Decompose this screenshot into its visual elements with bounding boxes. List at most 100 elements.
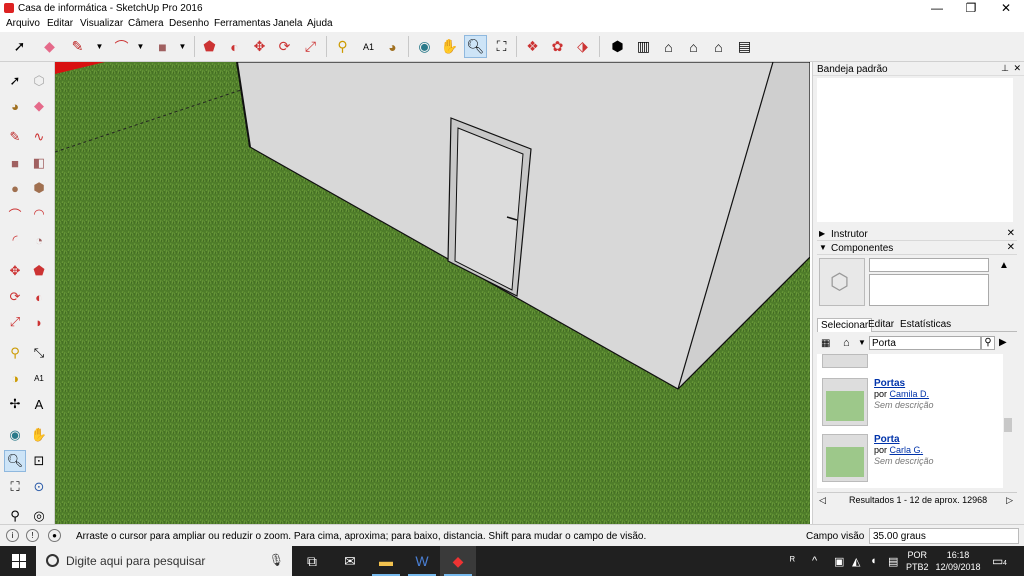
extension-warehouse-icon[interactable]: ⬗ [571,35,594,58]
rotate-icon[interactable]: ⟳ [4,286,26,308]
action-center-icon[interactable]: ▭ [992,554,1003,568]
input-language-indicator[interactable]: POR PTB2 [906,549,929,573]
search-icon[interactable]: ⚲ [981,336,995,350]
result-author-link[interactable]: Carla G. [890,445,924,455]
show-hidden-icons-chevron-icon[interactable]: ^ [812,555,817,567]
menu-arquivo[interactable]: Arquivo [6,18,40,29]
people-icon[interactable]: ᴿ [790,555,795,567]
offset-icon[interactable]: ◗ [28,311,50,333]
rectangle-icon[interactable]: ■ [4,152,26,174]
keyboard-icon[interactable]: ▤ [888,555,898,568]
menu-ajuda[interactable]: Ajuda [307,18,333,29]
paint-bucket-tool-icon[interactable]: ◕ [381,35,404,58]
axes-icon[interactable]: ✢ [4,393,26,415]
push-pull-icon[interactable]: ⬟ [28,260,50,282]
rotate-tool-icon[interactable]: ⟳ [273,35,296,58]
nav-dropdown-chevron-icon[interactable]: ▼ [858,338,866,347]
scale-tool-icon[interactable]: ⤢ [299,35,322,58]
details-arrow-icon[interactable]: ▲ [999,260,1009,271]
minimize-button[interactable]: — [920,0,954,17]
two-point-arc-icon[interactable]: ◠ [28,203,50,225]
move-icon[interactable]: ✥ [4,260,26,282]
shape-dropdown-chevron-icon[interactable]: ▼ [171,35,194,58]
zoom-extents-icon[interactable]: ⛶ [4,476,26,498]
3d-warehouse-icon[interactable]: ❖ [521,35,544,58]
close-instructor-icon[interactable]: ✕ [1007,228,1015,239]
result-author-link[interactable]: Camila D. [890,389,930,399]
3d-text-icon[interactable]: A [28,393,50,415]
protractor-icon[interactable]: ◑ [4,367,26,389]
zoom-icon[interactable]: 🔍︎ [4,450,26,472]
menu-ferramentas[interactable]: Ferramentas [214,18,271,29]
tray-close-icon[interactable]: ✕ [1013,63,1021,74]
credits-icon[interactable]: ! [26,529,39,542]
rotated-rectangle-icon[interactable]: ◧ [28,152,50,174]
home-icon[interactable]: ⌂ [843,337,850,349]
sketchup-taskbar-icon[interactable]: ◆ [440,546,476,576]
select-tool-icon[interactable]: ➚ [8,35,31,58]
components-panel-header[interactable]: ▼ Componentes ✕ [817,242,1017,255]
zoom-extents-tool-icon[interactable]: ⛶ [490,35,513,58]
measurements-field[interactable]: 35.00 graus [869,528,1019,544]
modeling-viewport[interactable] [55,62,810,524]
text-icon[interactable]: A1 [28,367,50,389]
line-icon[interactable]: ✎ [4,126,26,148]
tape-measure-icon[interactable]: ⚲ [4,342,26,364]
start-button-icon[interactable] [12,554,26,568]
zoom-window-icon[interactable]: ⊡ [28,450,50,472]
text-tool-icon[interactable]: A1 [357,35,380,58]
microphone-icon[interactable]: 🎙︎ [269,553,284,567]
eraser-icon[interactable]: ◆ [28,95,50,117]
push-pull-tool-icon[interactable]: ⬟ [198,35,221,58]
polygon-icon[interactable]: ⬢ [28,177,50,199]
task-view-icon[interactable]: ⧉ [294,546,330,576]
taskbar-search-box[interactable]: Digite aqui para pesquisar 🎙︎ [36,546,292,576]
iso-view-icon[interactable]: ⬢ [606,35,629,58]
make-component-icon[interactable]: ⬡ [28,70,50,92]
close-button[interactable]: ✕ [989,0,1023,17]
arc-icon[interactable]: ⌒ [4,203,26,225]
paint-bucket-icon[interactable]: ◕ [4,95,26,117]
result-name[interactable]: Portas [874,378,905,389]
results-scrollbar[interactable] [1003,354,1013,488]
result-item[interactable]: Porta por Carla G. Sem descrição [822,434,1013,484]
freehand-icon[interactable]: ∿ [28,126,50,148]
front-view-icon[interactable]: ⌂ [657,35,680,58]
pan-icon[interactable]: ✋ [28,424,50,446]
orbit-icon[interactable]: ◉ [4,424,26,446]
tab-editar[interactable]: Editar [865,318,897,331]
follow-me-icon[interactable]: ◐ [28,286,50,308]
orbit-tool-icon[interactable]: ◉ [413,35,436,58]
three-point-arc-icon[interactable]: ◜ [4,229,26,251]
result-name[interactable]: Porta [874,434,900,445]
pan-tool-icon[interactable]: ✋ [438,35,461,58]
view-options-icon[interactable]: ▦ [821,338,830,349]
next-page-icon[interactable]: ▷ [1006,495,1013,506]
file-explorer-icon[interactable]: ▬ [368,546,404,576]
left-view-icon[interactable]: ▤ [733,35,756,58]
tab-estatisticas[interactable]: Estatísticas [897,318,954,331]
forward-arrow-icon[interactable]: ▶ [999,337,1007,348]
user-icon[interactable]: ● [48,529,61,542]
geo-location-icon[interactable]: i [6,529,19,542]
circle-icon[interactable]: ● [4,177,26,199]
component-name-field[interactable] [869,258,989,272]
pin-icon[interactable]: ⊥ [1001,63,1009,74]
menu-camera[interactable]: Câmera [128,18,164,29]
word-icon[interactable]: W [404,546,440,576]
dimension-icon[interactable]: ⤡ [28,342,50,364]
vpn-icon[interactable]: ▣ [834,555,844,568]
restore-button[interactable]: ❐ [954,0,988,17]
instructor-panel-header[interactable]: ▶ Instrutor ✕ [817,228,1017,241]
close-components-icon[interactable]: ✕ [1007,242,1015,253]
menu-desenho[interactable]: Desenho [169,18,209,29]
system-clock[interactable]: 16:18 12/09/2018 [935,549,981,573]
scrollbar-thumb[interactable] [1004,418,1012,432]
arc-dropdown-chevron-icon[interactable]: ▼ [129,35,152,58]
menu-janela[interactable]: Janela [273,18,302,29]
line-dropdown-chevron-icon[interactable]: ▼ [88,35,111,58]
menu-editar[interactable]: Editar [47,18,73,29]
network-icon[interactable]: ◭ [852,555,860,568]
top-view-icon[interactable]: ▥ [632,35,655,58]
previous-view-icon[interactable]: ⊙ [28,476,50,498]
